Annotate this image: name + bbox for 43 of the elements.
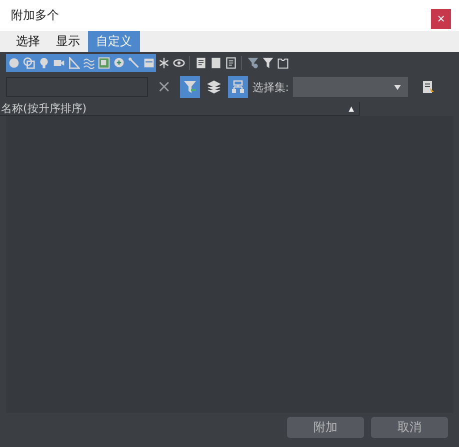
menu-tab[interactable]: 显示 [48,31,88,52]
nested-square-icon [98,57,110,69]
filter-toggle[interactable] [111,54,126,72]
bracket-icon [276,57,288,69]
lightbulb-icon [38,57,50,69]
ruler-triangle-icon [68,57,80,69]
filter-icon [183,80,198,94]
caret-icon [394,84,401,90]
window-title: 附加多个 [11,7,59,24]
box-icon [142,57,154,69]
filter-gear-icon [246,57,258,69]
shapes-icon [22,57,34,69]
snowflake-icon [158,57,170,69]
document-outline-icon [224,57,236,69]
eye-icon [172,57,184,69]
column-title: 名称(按升序排序) [1,101,87,116]
filter-toggle[interactable] [51,54,66,72]
blank-page-icon [210,57,222,69]
bone-icon [128,57,140,69]
waves-icon [82,57,94,69]
sphere-icon [8,57,20,69]
filter-toggle[interactable] [126,54,141,72]
filter-toggle[interactable] [96,54,111,72]
filter-toggle[interactable] [66,54,81,72]
menu-tab[interactable]: 选择 [8,31,48,52]
hierarchy-icon [231,80,246,94]
filter-toggle[interactable] [6,54,21,72]
dialog-button[interactable]: 取消 [371,416,448,438]
filter-icon [262,57,274,69]
selection-set-label: 选择集: [252,80,289,94]
filter-button[interactable] [180,76,200,98]
clear-button[interactable]: × [152,77,176,97]
filter-toggle[interactable] [141,54,156,72]
camera-icon [52,57,64,69]
dialog-button[interactable]: 附加 [287,416,364,438]
menu-tab[interactable]: 自定义 [88,31,140,52]
document-cursor-icon [420,80,435,94]
layers-icon [207,80,222,94]
document-icon [194,57,206,69]
filter-toggle[interactable] [81,54,96,72]
globe-plus-icon [112,57,124,69]
close-button[interactable]: × [431,8,451,28]
hierarchy-button[interactable] [228,76,248,98]
